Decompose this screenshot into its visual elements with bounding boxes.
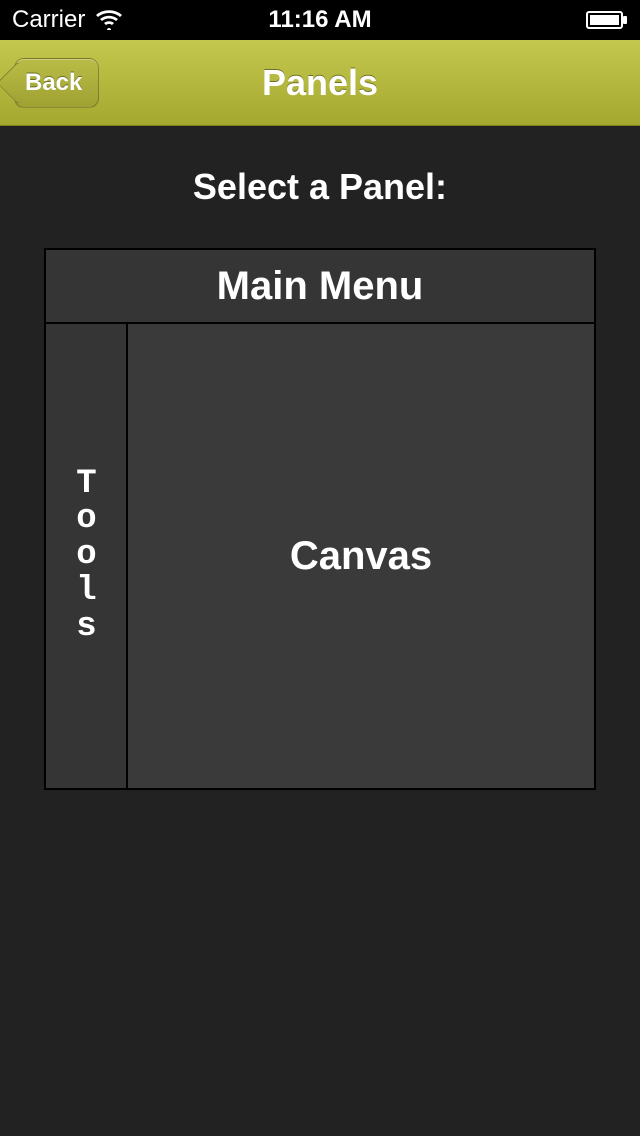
subtitle-label: Select a Panel: [44, 166, 596, 208]
status-time: 11:16 AM [268, 6, 371, 34]
panel-selector-grid: Main Menu Tools Canvas [44, 248, 596, 790]
back-button[interactable]: Back [14, 58, 99, 108]
panel-tools[interactable]: Tools [46, 324, 126, 788]
content-area: Select a Panel: Main Menu Tools Canvas [0, 126, 640, 830]
status-bar: Carrier 11:16 AM [0, 0, 640, 40]
status-left: Carrier [12, 6, 123, 34]
page-title: Panels [262, 62, 378, 104]
battery-icon [586, 11, 628, 29]
wifi-icon [95, 10, 123, 30]
panel-main-menu[interactable]: Main Menu [46, 250, 594, 322]
carrier-label: Carrier [12, 6, 85, 34]
panel-canvas[interactable]: Canvas [128, 324, 594, 788]
panel-tools-label: Tools [76, 467, 95, 645]
panel-canvas-label: Canvas [290, 534, 432, 579]
back-button-label: Back [25, 69, 82, 97]
panel-main-menu-label: Main Menu [217, 264, 424, 309]
navigation-bar: Back Panels [0, 40, 640, 126]
